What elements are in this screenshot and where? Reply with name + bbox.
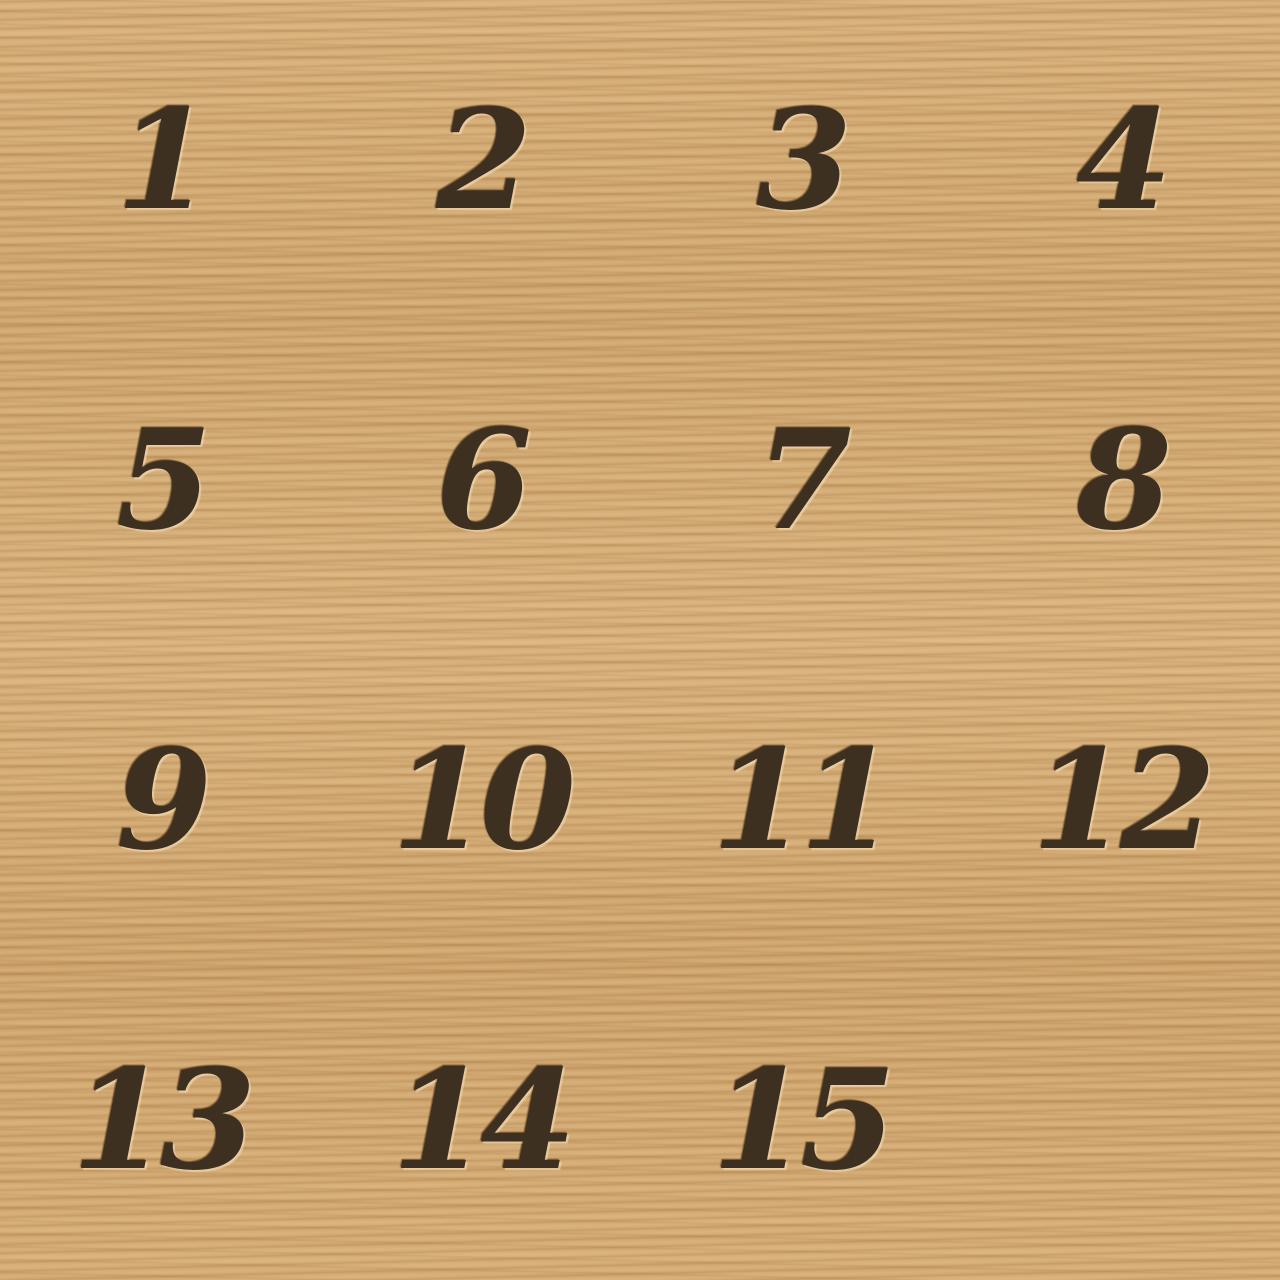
tile-number: 8 xyxy=(1075,398,1172,561)
tile-13[interactable]: 13 xyxy=(0,960,320,1280)
tile-2[interactable]: 2 xyxy=(320,0,640,320)
tile-14[interactable]: 14 xyxy=(320,960,640,1280)
tile-number: 15 xyxy=(711,1038,896,1201)
tile-number: 4 xyxy=(1075,78,1172,241)
tile-7[interactable]: 7 xyxy=(640,320,960,640)
tile-4[interactable]: 4 xyxy=(960,0,1280,320)
tile-5[interactable]: 5 xyxy=(0,320,320,640)
tile-3[interactable]: 3 xyxy=(640,0,960,320)
tile-11[interactable]: 11 xyxy=(640,640,960,960)
tile-number: 6 xyxy=(435,398,532,561)
tile-number: 14 xyxy=(391,1038,576,1201)
tile-9[interactable]: 9 xyxy=(0,640,320,960)
tile-number: 13 xyxy=(71,1038,256,1201)
tile-number: 3 xyxy=(755,78,852,241)
tile-number: 11 xyxy=(711,718,896,881)
sliding-puzzle-board: 1 2 3 4 5 6 7 8 9 10 11 12 13 14 15 xyxy=(0,0,1280,1280)
empty-slot[interactable] xyxy=(960,960,1280,1280)
tile-number: 2 xyxy=(435,78,532,241)
tile-6[interactable]: 6 xyxy=(320,320,640,640)
tile-12[interactable]: 12 xyxy=(960,640,1280,960)
tile-number: 12 xyxy=(1031,718,1216,881)
tile-number: 10 xyxy=(391,718,576,881)
tile-number: 9 xyxy=(115,718,212,881)
tile-15[interactable]: 15 xyxy=(640,960,960,1280)
tile-number: 1 xyxy=(115,78,212,241)
tile-1[interactable]: 1 xyxy=(0,0,320,320)
tile-10[interactable]: 10 xyxy=(320,640,640,960)
tile-number: 5 xyxy=(115,398,212,561)
tile-number: 7 xyxy=(755,398,852,561)
tile-8[interactable]: 8 xyxy=(960,320,1280,640)
